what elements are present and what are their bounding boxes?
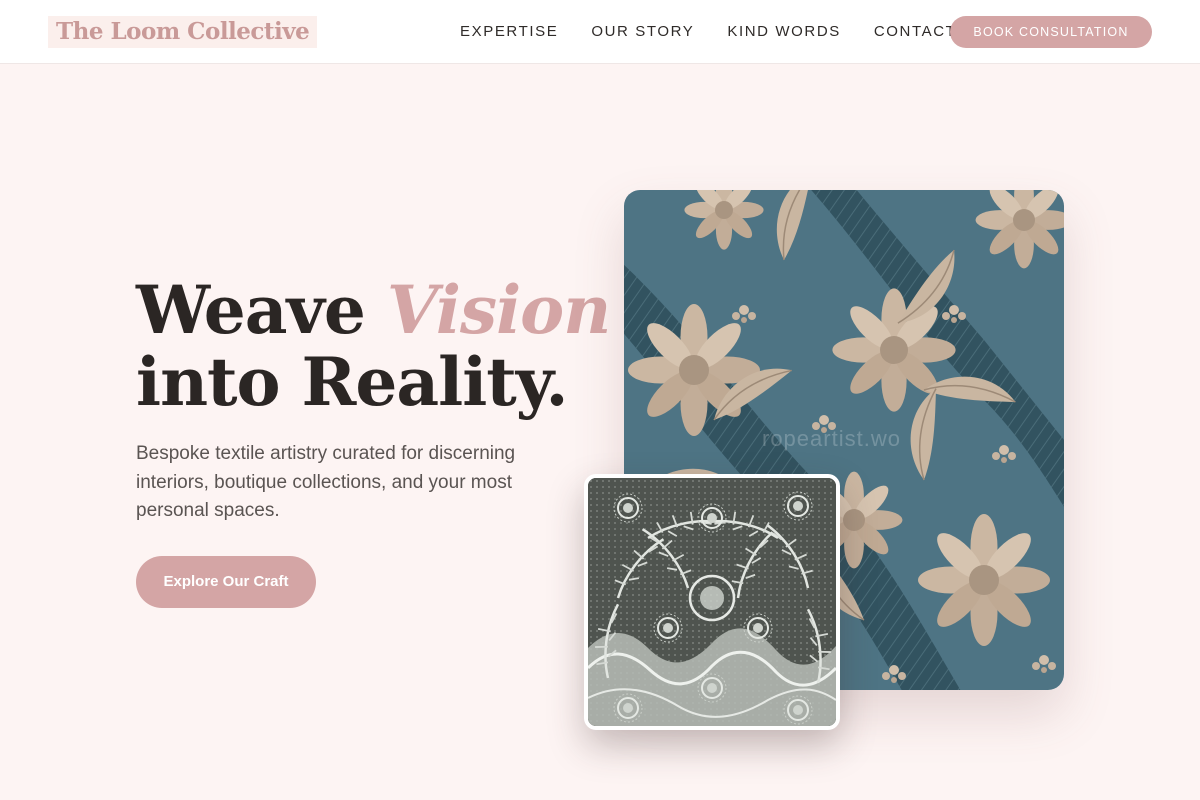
site-header: The Loom Collective EXPERTISE OUR STORY … xyxy=(0,0,1200,64)
nav-expertise[interactable]: EXPERTISE xyxy=(460,22,558,42)
nav-kind-words[interactable]: KIND WORDS xyxy=(727,22,841,42)
hero-subtitle: Bespoke textile artistry curated for dis… xyxy=(136,443,516,521)
main-nav: EXPERTISE OUR STORY KIND WORDS CONTACT xyxy=(460,22,956,42)
nav-contact[interactable]: CONTACT xyxy=(874,22,957,42)
lace-pattern xyxy=(588,478,836,726)
nav-our-story[interactable]: OUR STORY xyxy=(591,22,694,42)
image-watermark: ropeartist.wo xyxy=(762,426,901,451)
hero-title-accent: Vision xyxy=(386,271,611,349)
hero-title-word: Weave xyxy=(136,271,366,349)
grey-lace-fabric-image xyxy=(584,474,840,730)
logo[interactable]: The Loom Collective xyxy=(48,16,318,48)
hero-title: Weave Vision into Reality. xyxy=(136,271,611,421)
book-consultation-button[interactable]: BOOK CONSULTATION xyxy=(950,16,1152,48)
hero-title-line-1: Weave Vision xyxy=(136,271,611,349)
explore-craft-button[interactable]: Explore Our Craft xyxy=(136,556,316,608)
hero-title-line-2: into Reality. xyxy=(136,343,569,421)
